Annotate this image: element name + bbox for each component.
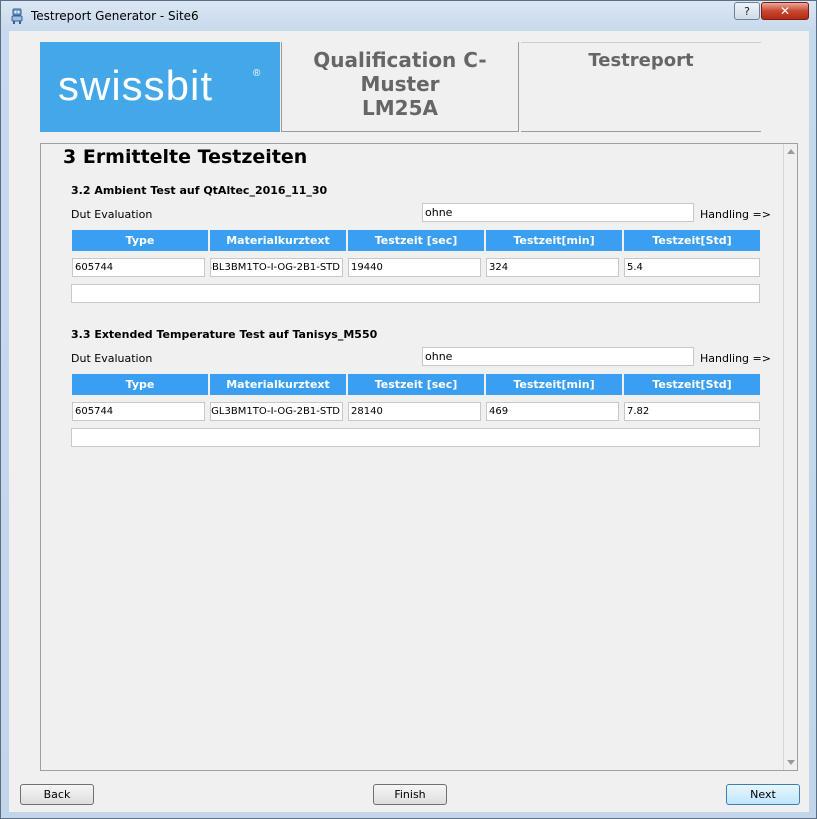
scroll-up-icon[interactable]	[787, 149, 795, 154]
handling-label: Handling =>	[700, 352, 771, 365]
vertical-scrollbar[interactable]	[783, 144, 797, 770]
swissbit-logo: swissbit ®	[40, 42, 280, 132]
test-title: 3.2 Ambient Test auf QtAltec_2016_11_30	[71, 184, 328, 197]
column-header-type: Type	[72, 230, 208, 251]
column-header-type: Type	[72, 374, 208, 395]
material-field[interactable]: SFSD4096N3BL3GL3BM1TO-I-OG-2B1-STD	[210, 402, 343, 421]
back-button[interactable]: Back	[20, 784, 94, 805]
material-field[interactable]: SFSD4096N3BL3BM1TO-I-OG-2B1-STD	[210, 258, 343, 277]
scroll-down-icon[interactable]	[787, 760, 795, 765]
report-title-line: Qualification C-	[313, 48, 487, 72]
content-scroll-area[interactable]: 3 Ermittelte Testzeiten 3.2 Ambient Test…	[40, 143, 798, 771]
handling-label: Handling =>	[700, 208, 771, 221]
testzeit-min-field[interactable]: 324	[486, 258, 619, 277]
help-button[interactable]: ?	[734, 2, 760, 20]
column-header-testzeit-min: Testzeit[min]	[486, 230, 622, 251]
empty-table-row[interactable]	[71, 284, 760, 303]
section-title: 3 Ermittelte Testzeiten	[63, 146, 308, 168]
next-button[interactable]: Next	[726, 784, 800, 805]
column-header-material: Materialkurztext	[210, 374, 346, 395]
app-window: Testreport Generator - Site6 ? ✕ swissbi…	[0, 0, 817, 819]
testzeit-min-field[interactable]: 469	[486, 402, 619, 421]
testzeit-std-field[interactable]: 7.82	[624, 402, 760, 421]
testreport-label: Testreport	[521, 42, 761, 132]
testzeit-std-field[interactable]: 5.4	[624, 258, 760, 277]
type-field[interactable]: 605744	[72, 402, 205, 421]
dut-evaluation-field[interactable]: ohne	[422, 203, 694, 222]
type-field[interactable]: 605744	[72, 258, 205, 277]
report-title: Qualification C- Muster LM25A	[281, 42, 519, 132]
testzeit-sec-field[interactable]: 28140	[348, 402, 481, 421]
column-header-testzeit-min: Testzeit[min]	[486, 374, 622, 395]
column-header-testzeit-std: Testzeit[Std]	[624, 230, 760, 251]
dut-evaluation-field[interactable]: ohne	[422, 347, 694, 366]
empty-table-row[interactable]	[71, 428, 760, 447]
dut-evaluation-label: Dut Evaluation	[71, 208, 153, 221]
window-title: Testreport Generator - Site6	[31, 9, 199, 23]
report-title-line: Muster	[360, 72, 440, 96]
close-button[interactable]: ✕	[761, 2, 809, 20]
report-title-line: LM25A	[362, 96, 438, 120]
registered-mark: ®	[253, 68, 261, 79]
title-bar[interactable]: Testreport Generator - Site6 ? ✕	[1, 1, 816, 31]
column-header-testzeit-sec: Testzeit [sec]	[348, 374, 484, 395]
wizard-page: swissbit ® Qualification C- Muster LM25A…	[9, 31, 809, 812]
logo-text: swissbit	[58, 62, 214, 109]
finish-button[interactable]: Finish	[373, 784, 447, 805]
test-title: 3.3 Extended Temperature Test auf Tanisy…	[71, 328, 378, 341]
robot-icon	[11, 8, 23, 24]
column-header-testzeit-std: Testzeit[Std]	[624, 374, 760, 395]
testzeit-sec-field[interactable]: 19440	[348, 258, 481, 277]
column-header-testzeit-sec: Testzeit [sec]	[348, 230, 484, 251]
dut-evaluation-label: Dut Evaluation	[71, 352, 153, 365]
column-header-material: Materialkurztext	[210, 230, 346, 251]
